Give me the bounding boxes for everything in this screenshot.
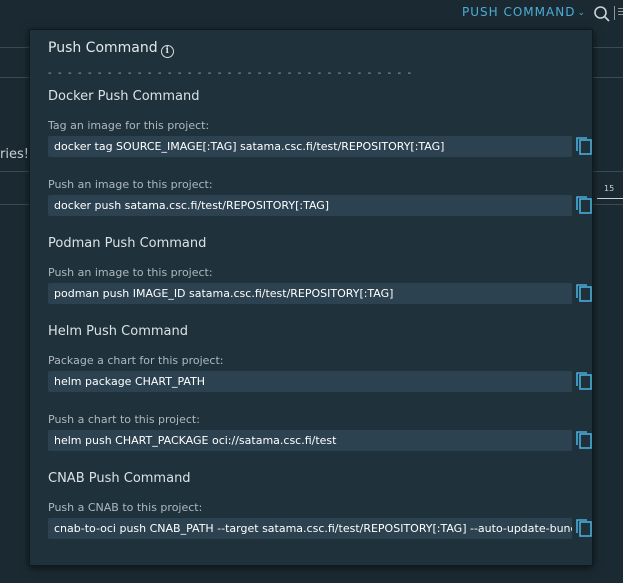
copy-icon[interactable]: [576, 196, 592, 214]
menu-icon[interactable]: [618, 8, 623, 9]
podman-push-label: Push an image to this project:: [48, 266, 213, 279]
copy-icon[interactable]: [576, 284, 592, 302]
dashed-divider: - - - - - - - - - - - - - - - - - - - - …: [48, 68, 413, 79]
docker-tag-command[interactable]: docker tag SOURCE_IMAGE[:TAG] satama.csc…: [48, 136, 572, 157]
docker-section-title: Docker Push Command: [48, 89, 200, 104]
copy-icon[interactable]: [576, 431, 592, 449]
helm-package-command[interactable]: helm package CHART_PATH: [48, 371, 572, 392]
background-message: ries!: [0, 147, 29, 162]
docker-tag-label: Tag an image for this project:: [48, 119, 210, 132]
cnab-push-label: Push a CNAB to this project:: [48, 501, 203, 514]
panel-title-text: Push Command: [48, 40, 158, 56]
background-page-size: 15: [604, 184, 615, 193]
panel-title: Push Command i: [48, 40, 174, 58]
info-icon[interactable]: i: [160, 45, 174, 58]
push-command-label: PUSH COMMAND: [462, 5, 576, 19]
docker-push-command[interactable]: docker push satama.csc.fi/test/REPOSITOR…: [48, 195, 572, 216]
helm-section-title: Helm Push Command: [48, 324, 188, 339]
header-divider: [614, 6, 615, 20]
cnab-section-title: CNAB Push Command: [48, 471, 191, 486]
push-command-toggle[interactable]: PUSH COMMAND ⌄: [462, 5, 586, 21]
helm-push-label: Push a chart to this project:: [48, 413, 200, 426]
docker-push-label: Push an image to this project:: [48, 178, 213, 191]
copy-icon[interactable]: [576, 137, 592, 155]
chevron-down-icon: ⌄: [577, 8, 586, 18]
push-command-dropdown: Push Command i - - - - - - - - - - - - - …: [29, 29, 593, 566]
cnab-push-command[interactable]: cnab-to-oci push CNAB_PATH --target sata…: [48, 518, 572, 539]
copy-icon[interactable]: [576, 372, 592, 390]
podman-section-title: Podman Push Command: [48, 236, 207, 251]
podman-push-command[interactable]: podman push IMAGE_ID satama.csc.fi/test/…: [48, 283, 572, 304]
background-underline: [597, 198, 623, 199]
copy-icon[interactable]: [576, 519, 592, 537]
search-icon[interactable]: [593, 5, 611, 23]
helm-push-command[interactable]: helm push CHART_PACKAGE oci://satama.csc…: [48, 430, 572, 451]
helm-package-label: Package a chart for this project:: [48, 354, 224, 367]
